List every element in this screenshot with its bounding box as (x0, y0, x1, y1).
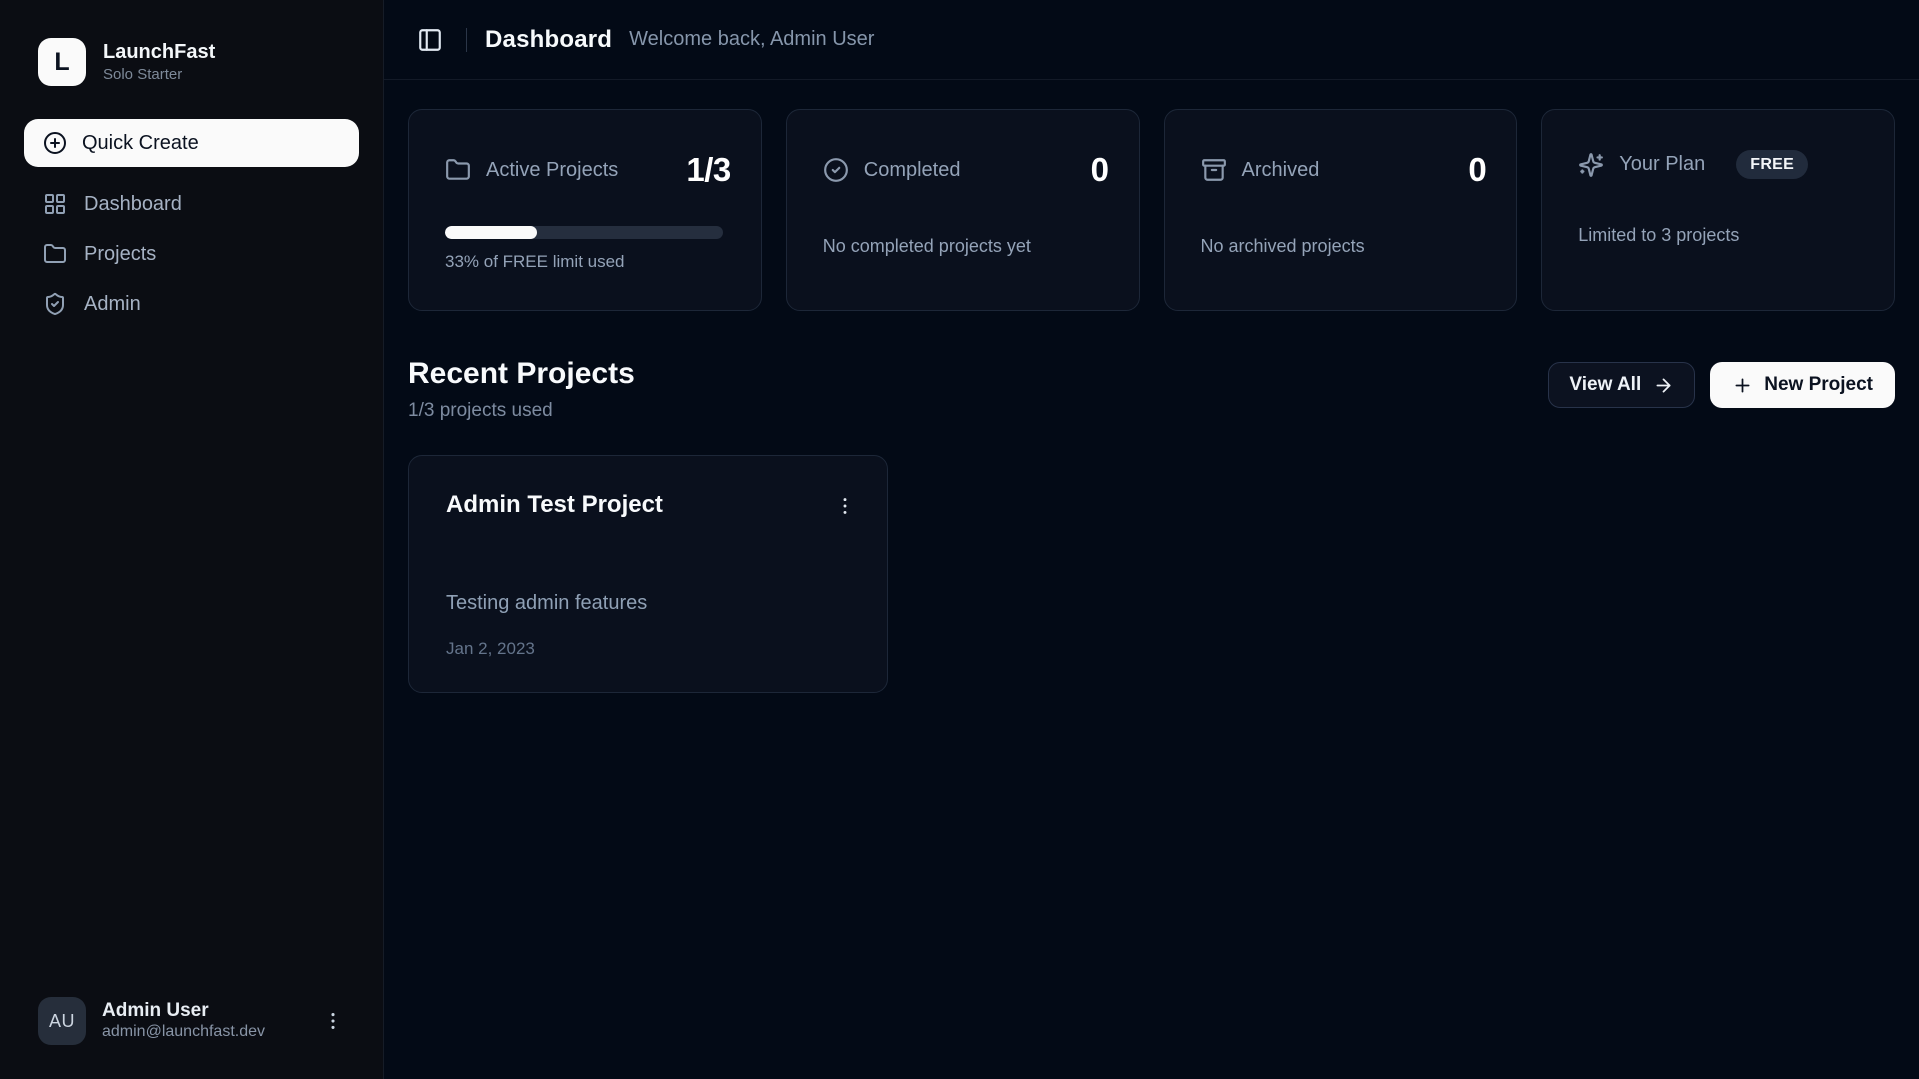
app-logo: L (38, 38, 86, 86)
avatar: AU (38, 997, 86, 1045)
projects-grid: Admin Test Project Testing admin feature… (408, 455, 1895, 693)
stat-card-archived: Archived 0 No archived projects (1164, 109, 1518, 311)
panel-left-icon (417, 27, 443, 53)
avatar-initials: AU (49, 1011, 75, 1032)
recent-projects-header: Recent Projects 1/3 projects used View A… (408, 355, 1895, 422)
stats-grid: Active Projects 1/3 33% of FREE limit us… (408, 109, 1895, 311)
stat-value: 0 (1091, 150, 1109, 190)
shield-check-icon (43, 292, 67, 316)
circle-plus-icon (43, 131, 67, 155)
stat-caption: No completed projects yet (823, 236, 1109, 257)
view-all-button[interactable]: View All (1548, 362, 1695, 408)
project-description: Testing admin features (446, 590, 861, 617)
stat-label: Archived (1242, 159, 1320, 182)
folder-icon (43, 242, 67, 266)
topbar-divider (466, 28, 467, 52)
sidebar-nav: Dashboard Projects Admin (24, 179, 359, 329)
user-email: admin@launchfast.dev (102, 1022, 265, 1043)
plan-usage-progressbar (445, 226, 723, 239)
app-logo-letter: L (54, 48, 69, 77)
sidebar-user[interactable]: AU Admin User admin@launchfast.dev (24, 997, 359, 1045)
folder-icon (445, 157, 471, 183)
layout-grid-icon (43, 192, 67, 216)
app-name: LaunchFast (103, 40, 215, 65)
sidebar-item-projects[interactable]: Projects (24, 229, 359, 279)
more-vertical-icon (834, 495, 856, 517)
user-menu-button[interactable] (317, 1005, 349, 1037)
sidebar-item-dashboard[interactable]: Dashboard (24, 179, 359, 229)
sidebar-toggle-button[interactable] (410, 20, 450, 60)
stat-caption: Limited to 3 projects (1578, 225, 1864, 246)
plus-icon (1732, 375, 1753, 396)
section-subtitle: 1/3 projects used (408, 400, 635, 422)
sidebar: L LaunchFast Solo Starter Quick Create D… (0, 0, 384, 1079)
user-name: Admin User (102, 999, 265, 1023)
project-card[interactable]: Admin Test Project Testing admin feature… (408, 455, 888, 693)
quick-create-label: Quick Create (82, 132, 199, 155)
sidebar-item-label: Dashboard (84, 193, 182, 216)
stat-caption: No archived projects (1201, 236, 1487, 257)
stat-label: Completed (864, 159, 961, 182)
stat-caption: 33% of FREE limit used (445, 252, 731, 272)
stat-label: Your Plan (1619, 153, 1705, 176)
view-all-label: View All (1569, 374, 1641, 396)
stat-value: 1/3 (686, 150, 730, 190)
app-logo-row: L LaunchFast Solo Starter (24, 38, 359, 86)
new-project-button[interactable]: New Project (1710, 362, 1895, 408)
stat-label: Active Projects (486, 159, 618, 182)
plan-badge: FREE (1736, 150, 1808, 179)
stat-card-your-plan: Your Plan FREE Limited to 3 projects (1541, 109, 1895, 311)
arrow-right-icon (1653, 375, 1674, 396)
project-date: Jan 2, 2023 (446, 639, 861, 659)
stat-card-active-projects: Active Projects 1/3 33% of FREE limit us… (408, 109, 762, 311)
plan-usage-progress-fill (445, 226, 537, 239)
stat-value: 0 (1468, 150, 1486, 190)
topbar: Dashboard Welcome back, Admin User (384, 0, 1919, 80)
dashboard-content: Active Projects 1/3 33% of FREE limit us… (384, 80, 1919, 1079)
page-subtitle: Welcome back, Admin User (629, 28, 874, 51)
archive-icon (1201, 157, 1227, 183)
sidebar-item-label: Admin (84, 293, 141, 316)
project-title: Admin Test Project (446, 490, 663, 520)
stat-card-completed: Completed 0 No completed projects yet (786, 109, 1140, 311)
sidebar-item-label: Projects (84, 243, 156, 266)
app-plan-label: Solo Starter (103, 65, 215, 85)
project-menu-button[interactable] (829, 490, 861, 522)
section-title: Recent Projects (408, 355, 635, 393)
sidebar-item-admin[interactable]: Admin (24, 279, 359, 329)
quick-create-button[interactable]: Quick Create (24, 119, 359, 167)
circle-check-icon (823, 157, 849, 183)
more-vertical-icon (322, 1010, 344, 1032)
new-project-label: New Project (1764, 374, 1873, 396)
page-title: Dashboard (485, 26, 612, 54)
main-area: Dashboard Welcome back, Admin User Activ… (384, 0, 1919, 1079)
sparkles-icon (1578, 152, 1604, 178)
